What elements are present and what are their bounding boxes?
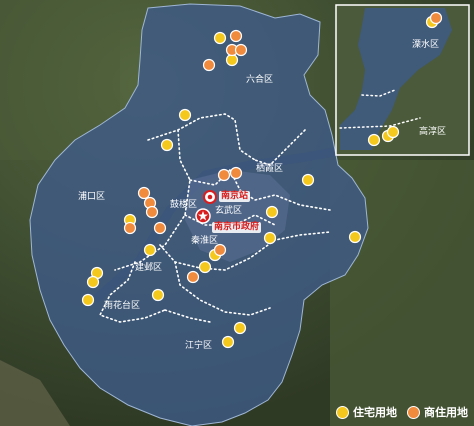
residential-point xyxy=(233,321,247,335)
legend-commercial-label: 商住用地 xyxy=(424,406,468,419)
district-label-gulou: 鼓楼区 xyxy=(170,200,198,210)
commercial-point xyxy=(213,243,227,257)
legend-residential-swatch xyxy=(336,405,349,419)
district-label-yuhuatai: 雨花台区 xyxy=(104,301,141,311)
commercial-point xyxy=(123,221,137,235)
commercial-point xyxy=(429,11,443,25)
legend: 住宅用地 商住用地 xyxy=(330,404,468,420)
commercial-point xyxy=(137,186,151,200)
district-label-qixia: 栖霞区 xyxy=(256,164,284,174)
commercial-point xyxy=(145,205,159,219)
commercial-point xyxy=(217,168,231,182)
residential-point xyxy=(348,230,362,244)
station-icon xyxy=(203,190,217,204)
residential-point xyxy=(225,53,239,67)
legend-residential: 住宅用地 xyxy=(336,404,397,420)
residential-point xyxy=(160,138,174,152)
district-label-jianye: 建邺区 xyxy=(135,263,163,273)
district-label-gaochun: 高淳区 xyxy=(419,127,447,137)
district-label-pukou: 浦口区 xyxy=(78,192,106,202)
residential-point xyxy=(178,108,192,122)
legend-residential-label: 住宅用地 xyxy=(353,406,397,419)
legend-commercial: 商住用地 xyxy=(407,404,468,420)
star-icon xyxy=(195,208,211,224)
commercial-point xyxy=(229,29,243,43)
residential-point xyxy=(198,260,212,274)
residential-point xyxy=(386,125,400,139)
residential-point xyxy=(221,335,235,349)
residential-point xyxy=(81,293,95,307)
district-label-jiangning: 江宁区 xyxy=(185,341,213,351)
commercial-point xyxy=(202,58,216,72)
commercial-point xyxy=(234,43,248,57)
residential-point xyxy=(213,31,227,45)
residential-point xyxy=(367,133,381,147)
legend-commercial-swatch xyxy=(407,405,420,419)
residential-point xyxy=(301,173,315,187)
landmark-label-government: 南京市政府 xyxy=(212,222,262,233)
residential-point xyxy=(143,243,157,257)
residential-point xyxy=(265,205,279,219)
residential-point xyxy=(86,275,100,289)
commercial-point xyxy=(153,221,167,235)
district-label-lishui: 溧水区 xyxy=(412,40,440,50)
residential-point xyxy=(263,231,277,245)
commercial-point xyxy=(186,270,200,284)
landmark-label-station: 南京站 xyxy=(219,191,251,202)
inset-map xyxy=(335,4,470,156)
district-label-xuanwu: 玄武区 xyxy=(215,206,243,216)
district-label-luhe: 六合区 xyxy=(246,75,274,85)
district-label-qinhuai: 秦淮区 xyxy=(191,236,219,246)
map[interactable]: 六合区 浦口区 栖霞区 鼓楼区 玄武区 建邺区 秦淮区 雨花台区 江宁区 溧水区… xyxy=(0,0,474,426)
commercial-point xyxy=(229,166,243,180)
residential-point xyxy=(151,288,165,302)
